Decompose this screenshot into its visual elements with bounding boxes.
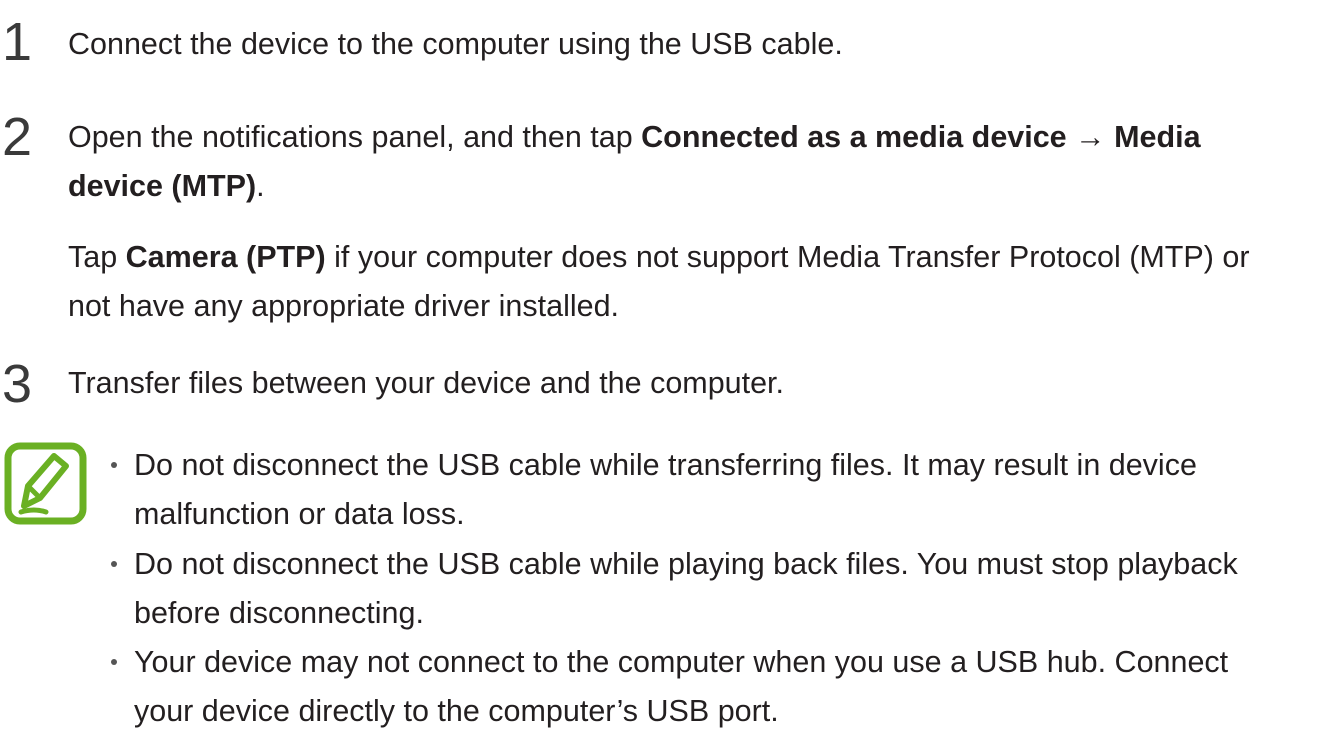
step-2-subnote: Tap Camera (PTP) if your computer does n… <box>68 233 1250 331</box>
list-item-text: Your device may not connect to the compu… <box>134 638 1334 736</box>
step-text: Connect the device to the computer using… <box>68 20 843 69</box>
list-item-line: Do not disconnect the USB cable while tr… <box>134 448 1197 482</box>
list-item-line: your device directly to the computer’s U… <box>134 694 779 728</box>
step-text: Transfer files between your device and t… <box>68 359 784 408</box>
arrow-icon: → <box>1066 120 1115 154</box>
bullet-icon <box>111 561 117 567</box>
step-2-line-2: device (MTP). <box>68 162 1201 211</box>
list-item-line: before disconnecting. <box>134 596 424 630</box>
list-item-line: Your device may not connect to the compu… <box>134 645 1229 679</box>
menu-option-camera-ptp: Camera (PTP) <box>125 240 326 274</box>
menu-option-connected-as-media-device: Connected as a media device <box>641 120 1067 154</box>
subnote-line-2: not have any appropriate driver installe… <box>68 282 1250 331</box>
subnote-line-1: Tap Camera (PTP) if your computer does n… <box>68 233 1250 282</box>
note-pencil-icon <box>4 442 87 525</box>
instruction-text: Open the notifications panel, and then t… <box>68 120 642 154</box>
step-number: 1 <box>2 12 33 72</box>
list-item-line: Do not disconnect the USB cable while pl… <box>134 547 1238 581</box>
bullet-icon <box>111 659 117 665</box>
menu-option-media-device: Media <box>1114 120 1201 154</box>
step-2-line-1: Open the notifications panel, and then t… <box>68 113 1201 162</box>
step-number: 3 <box>2 354 33 414</box>
step-3-text: Transfer files between your device and t… <box>68 366 785 400</box>
menu-option-mtp: device (MTP) <box>68 169 257 203</box>
step-number: 2 <box>2 107 33 167</box>
list-item-line: malfunction or data loss. <box>134 497 465 531</box>
step-1-text: Connect the device to the computer using… <box>68 27 843 61</box>
instruction-text: not have any appropriate driver installe… <box>68 289 620 323</box>
step-2-instruction: Open the notifications panel, and then t… <box>68 113 1201 211</box>
bullet-icon <box>111 462 117 468</box>
instruction-text: Tap <box>68 240 126 274</box>
list-item-text: Do not disconnect the USB cable while pl… <box>134 540 1334 638</box>
list-item-text: Do not disconnect the USB cable while tr… <box>134 441 1334 539</box>
instruction-text: if your computer does not support Media … <box>325 240 1250 274</box>
instruction-text: . <box>256 169 265 203</box>
